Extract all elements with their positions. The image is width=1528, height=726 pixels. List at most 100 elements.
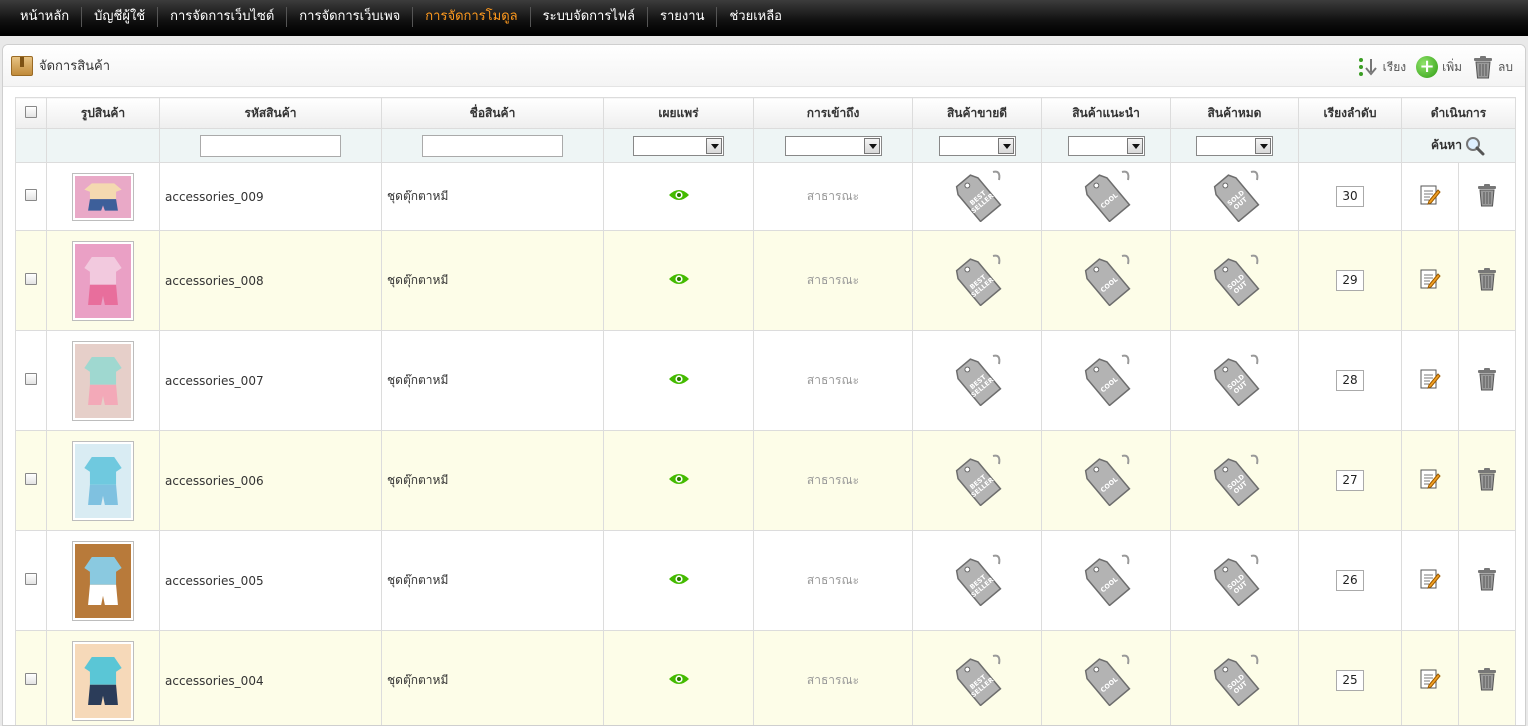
sort-icon (1358, 58, 1377, 76)
table-row: accessories_007 ชุดตุ๊กตาหมี สาธารณะ BES… (15, 330, 1516, 431)
sold-out-tag-icon[interactable]: SOLDOUT (1207, 452, 1263, 507)
product-thumbnail[interactable] (72, 440, 134, 521)
order-input[interactable]: 30 (1336, 186, 1364, 207)
col-publish[interactable]: เผยแพร่ (603, 97, 754, 129)
product-table: รูปสินค้า รหัสสินค้า ชื่อสินค้า เผยแพร่ … (15, 97, 1516, 725)
nav-user-accounts[interactable]: บัญชีผู้ใช้ (82, 7, 159, 27)
product-name: ชุดตุ๊กตาหมี (387, 473, 449, 487)
soldout-filter-select[interactable] (1196, 135, 1273, 156)
product-thumbnail[interactable] (72, 640, 134, 721)
product-thumbnail[interactable] (72, 240, 134, 321)
product-thumbnail[interactable] (72, 540, 134, 621)
cool-tag-icon[interactable]: COOL (1078, 252, 1134, 307)
sort-label: เรียง (1382, 59, 1407, 74)
bestseller-filter-select[interactable] (938, 135, 1016, 156)
order-input[interactable]: 28 (1336, 370, 1364, 391)
nav-file-manager[interactable]: ระบบจัดการไฟล์ (531, 7, 649, 27)
trash-icon[interactable] (1476, 267, 1498, 291)
nav-site-management[interactable]: การจัดการเว็บไซต์ (158, 7, 288, 27)
row-checkbox[interactable] (25, 473, 37, 485)
best-seller-tag-icon[interactable]: BESTSELLER (949, 452, 1005, 507)
eye-icon[interactable] (668, 188, 690, 202)
row-checkbox[interactable] (25, 573, 37, 585)
cool-tag-icon[interactable]: COOL (1078, 652, 1134, 707)
toolbar: เรียง + เพิ่ม ลบ (1353, 55, 1513, 79)
name-filter-input[interactable] (422, 134, 563, 157)
sold-out-tag-icon[interactable]: SOLDOUT (1207, 252, 1263, 307)
cool-tag-icon[interactable]: COOL (1078, 552, 1134, 607)
order-input[interactable]: 27 (1336, 470, 1364, 491)
nav-home[interactable]: หน้าหลัก (8, 7, 83, 27)
edit-icon[interactable] (1419, 568, 1441, 590)
trash-icon[interactable] (1476, 567, 1498, 591)
nav-module-management[interactable]: การจัดการโมดูล (413, 7, 531, 27)
cool-tag-icon[interactable]: COOL (1078, 452, 1134, 507)
best-seller-tag-icon[interactable]: BESTSELLER (949, 252, 1005, 307)
product-thumbnail[interactable] (72, 172, 134, 221)
cool-tag-icon[interactable]: COOL (1078, 168, 1134, 223)
trash-icon[interactable] (1476, 467, 1498, 491)
col-code[interactable]: รหัสสินค้า (159, 97, 382, 129)
edit-icon[interactable] (1419, 668, 1441, 690)
trash-icon[interactable] (1476, 367, 1498, 391)
eye-icon[interactable] (668, 472, 690, 486)
edit-icon[interactable] (1419, 468, 1441, 490)
best-seller-tag-icon[interactable]: BESTSELLER (949, 552, 1005, 607)
best-seller-tag-icon[interactable]: BESTSELLER (949, 168, 1005, 223)
sold-out-tag-icon[interactable]: SOLDOUT (1207, 652, 1263, 707)
product-name: ชุดตุ๊กตาหมี (387, 189, 449, 203)
access-level: สาธารณะ (806, 673, 860, 687)
add-label: เพิ่ม (1442, 59, 1463, 74)
trash-icon[interactable] (1476, 183, 1498, 207)
col-access[interactable]: การเข้าถึง (753, 97, 913, 129)
eye-icon[interactable] (668, 272, 690, 286)
delete-button[interactable]: ลบ (1472, 55, 1513, 79)
eye-icon[interactable] (668, 372, 690, 386)
nav-reports[interactable]: รายงาน (648, 7, 718, 27)
add-icon: + (1416, 56, 1439, 78)
edit-icon[interactable] (1419, 184, 1441, 206)
table-row: accessories_009 ชุดตุ๊กตาหมี สาธารณะ BES… (15, 162, 1516, 231)
sold-out-tag-icon[interactable]: SOLDOUT (1207, 352, 1263, 407)
col-recommended[interactable]: สินค้าแนะนำ (1041, 97, 1171, 129)
product-code: accessories_008 (165, 273, 264, 288)
trash-icon[interactable] (1476, 667, 1498, 691)
edit-icon[interactable] (1419, 268, 1441, 290)
col-name[interactable]: ชื่อสินค้า (381, 97, 604, 129)
row-checkbox[interactable] (25, 673, 37, 685)
row-checkbox[interactable] (25, 273, 37, 285)
product-code: accessories_004 (165, 673, 264, 688)
best-seller-tag-icon[interactable]: BESTSELLER (949, 652, 1005, 707)
cool-tag-icon[interactable]: COOL (1078, 352, 1134, 407)
row-checkbox[interactable] (25, 189, 37, 201)
table-row: accessories_004 ชุดตุ๊กตาหมี สาธารณะ BES… (15, 630, 1516, 725)
select-all-checkbox[interactable] (25, 105, 37, 118)
publish-filter-select[interactable] (633, 135, 724, 156)
add-button[interactable]: + เพิ่ม (1416, 56, 1462, 78)
order-input[interactable]: 25 (1336, 670, 1364, 691)
product-thumbnail[interactable] (72, 340, 134, 421)
best-seller-tag-icon[interactable]: BESTSELLER (949, 352, 1005, 407)
access-level: สาธารณะ (806, 573, 860, 587)
sort-button[interactable]: เรียง (1357, 56, 1406, 78)
order-input[interactable]: 26 (1336, 570, 1364, 591)
code-filter-input[interactable] (200, 134, 341, 157)
eye-icon[interactable] (668, 672, 690, 686)
nav-help[interactable]: ช่วยเหลือ (717, 7, 794, 27)
col-order[interactable]: เรียงลำดับ (1298, 97, 1402, 129)
order-input[interactable]: 29 (1336, 270, 1364, 291)
sold-out-tag-icon[interactable]: SOLDOUT (1207, 552, 1263, 607)
nav-webpage-management[interactable]: การจัดการเว็บเพจ (287, 7, 414, 27)
edit-icon[interactable] (1419, 368, 1441, 390)
product-code: accessories_006 (165, 473, 264, 488)
recommended-filter-select[interactable] (1067, 135, 1145, 156)
col-soldout[interactable]: สินค้าหมด (1170, 97, 1299, 129)
row-checkbox[interactable] (25, 373, 37, 385)
product-name: ชุดตุ๊กตาหมี (387, 573, 449, 587)
col-bestseller[interactable]: สินค้าขายดี (912, 97, 1042, 129)
search-button[interactable]: ค้นหา (1431, 136, 1486, 156)
sold-out-tag-icon[interactable]: SOLDOUT (1207, 168, 1263, 223)
access-filter-select[interactable] (784, 135, 882, 156)
product-name: ชุดตุ๊กตาหมี (387, 673, 449, 687)
eye-icon[interactable] (668, 572, 690, 586)
